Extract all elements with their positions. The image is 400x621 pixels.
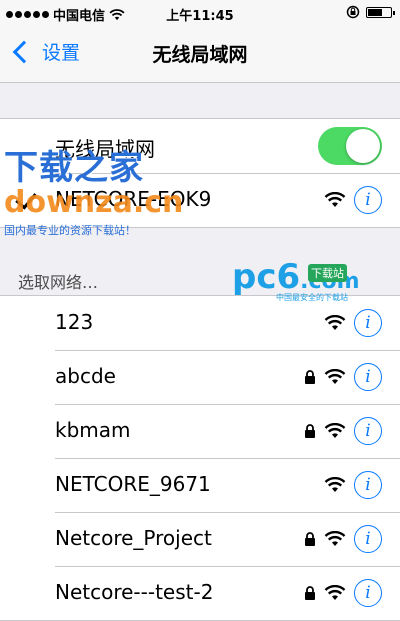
wifi-signal-icon bbox=[324, 423, 346, 438]
network-name: Netcore_Project bbox=[55, 526, 212, 550]
lock-icon bbox=[305, 424, 315, 438]
watermark-logo: pc6 bbox=[232, 257, 301, 297]
info-button-icon[interactable]: i bbox=[354, 579, 382, 607]
network-list: 123 i abcde i kbmam i NETCORE_9671 i Netcore_Pro… bbox=[0, 295, 400, 621]
wifi-signal-icon bbox=[324, 531, 346, 546]
wifi-toggle-row: 无线局域网 bbox=[0, 119, 400, 173]
lock-icon bbox=[305, 586, 315, 600]
network-row[interactable]: Netcore---test-2 i bbox=[0, 566, 400, 620]
orientation-lock-icon bbox=[346, 5, 360, 19]
network-icons: i bbox=[304, 524, 382, 554]
info-button-icon[interactable]: i bbox=[354, 309, 382, 337]
network-name: abcde bbox=[55, 364, 116, 388]
info-button-icon[interactable]: i bbox=[354, 417, 382, 445]
info-button-icon[interactable]: i bbox=[354, 363, 382, 391]
connected-network-row[interactable]: NETCORE-EOK9 i bbox=[0, 173, 400, 227]
info-button-icon[interactable]: i bbox=[354, 186, 382, 214]
info-button-icon[interactable]: i bbox=[354, 525, 382, 553]
network-name: NETCORE_9671 bbox=[55, 472, 211, 496]
wifi-signal-icon bbox=[324, 477, 346, 492]
info-button-icon[interactable]: i bbox=[354, 471, 382, 499]
network-name: Netcore---test-2 bbox=[55, 580, 214, 604]
wifi-toggle-label: 无线局域网 bbox=[55, 137, 155, 161]
wifi-signal-icon bbox=[324, 369, 346, 384]
network-icons: i bbox=[304, 578, 382, 608]
wifi-signal-icon bbox=[324, 315, 346, 330]
status-time: 上午11:45 bbox=[166, 9, 234, 24]
network-row[interactable]: 123 i bbox=[0, 296, 400, 350]
lock-icon bbox=[305, 532, 315, 546]
status-right bbox=[346, 5, 395, 19]
wifi-signal-icon bbox=[324, 192, 346, 207]
lock-icon bbox=[305, 370, 315, 384]
checkmark-icon bbox=[15, 187, 37, 210]
network-name: NETCORE-EOK9 bbox=[55, 187, 212, 211]
network-row[interactable]: NETCORE_9671 i bbox=[0, 458, 400, 512]
network-row[interactable]: kbmam i bbox=[0, 404, 400, 458]
battery-level bbox=[368, 8, 382, 16]
network-icons: i bbox=[304, 416, 382, 446]
network-name: kbmam bbox=[55, 418, 131, 442]
network-row[interactable]: abcde i bbox=[0, 350, 400, 404]
nav-bar: 设置 无线局域网 bbox=[0, 26, 400, 83]
page-title: 无线局域网 bbox=[152, 44, 248, 66]
network-icons: i bbox=[324, 470, 382, 500]
network-icons: i bbox=[324, 185, 382, 215]
wifi-toggle-switch[interactable] bbox=[318, 127, 382, 165]
toggle-knob bbox=[346, 129, 380, 163]
network-icons: i bbox=[324, 308, 382, 338]
wifi-signal-icon bbox=[324, 585, 346, 600]
battery-icon bbox=[366, 6, 395, 18]
status-bar: 中国电信 上午11:45 bbox=[0, 0, 400, 26]
watermark-badge: 下载站 bbox=[308, 264, 347, 282]
section-header: 选取网络… bbox=[18, 273, 99, 292]
watermark-domain: .com bbox=[300, 269, 360, 294]
network-row[interactable]: Netcore_Project i bbox=[0, 512, 400, 566]
network-name: 123 bbox=[55, 310, 94, 334]
network-icons: i bbox=[304, 362, 382, 392]
wifi-section: 无线局域网 NETCORE-EOK9 i bbox=[0, 118, 400, 228]
